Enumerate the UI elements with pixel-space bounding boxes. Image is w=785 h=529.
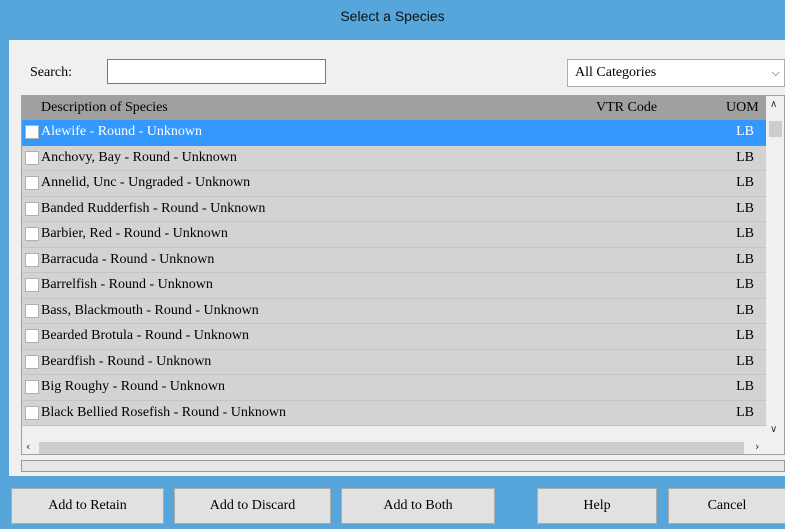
species-description: Alewife - Round - Unknown — [41, 124, 202, 139]
horizontal-scroll-thumb[interactable] — [39, 442, 744, 454]
row-checkbox[interactable] — [25, 227, 39, 241]
add-to-discard-button[interactable]: Add to Discard — [174, 488, 331, 524]
species-uom: LB — [736, 251, 754, 267]
species-uom: LB — [736, 124, 754, 139]
button-bar: Add to Retain Add to Discard Add to Both… — [9, 476, 785, 529]
species-description: Barracuda - Round - Unknown — [41, 251, 215, 267]
species-description: Barrelfish - Round - Unknown — [41, 277, 213, 292]
row-checkbox[interactable] — [25, 278, 39, 292]
row-checkbox[interactable] — [25, 201, 39, 216]
species-uom: LB — [736, 200, 754, 216]
species-uom: LB — [736, 404, 754, 420]
species-rows: Alewife - Round - Unknown LB Anchovy, Bay … — [22, 120, 766, 426]
table-row[interactable]: Big Roughy - Round - Unknown LB — [22, 375, 766, 401]
species-description: Anchovy, Bay - Round - Unknown — [41, 149, 237, 165]
table-row[interactable]: Bass, Blackmouth - Round - Unknown LB — [22, 298, 766, 324]
species-grid: Description of Species VTR Code UOM Alew… — [21, 95, 785, 455]
table-row[interactable]: Anchovy, Bay - Round - Unknown LB — [22, 145, 766, 171]
help-button[interactable]: Help — [537, 488, 657, 524]
species-description: Annelid, Unc - Ungraded - Unknown — [41, 175, 251, 190]
species-description: Barbier, Red - Round - Unknown — [41, 226, 228, 241]
species-description: Bearded Brotula - Round - Unknown — [41, 328, 250, 343]
species-uom: LB — [736, 353, 754, 369]
dialog-client-area: Search: All Categories ⌵ Description of … — [9, 40, 785, 529]
species-uom: LB — [736, 302, 754, 318]
vertical-scrollbar[interactable]: ∧ ∨ — [767, 96, 784, 441]
scrollbar-corner — [767, 440, 784, 454]
arrow-right-icon[interactable]: › — [755, 440, 759, 453]
species-uom: LB — [736, 379, 754, 394]
table-row[interactable]: Bearded Brotula - Round - Unknown LB — [22, 324, 766, 350]
species-description: Banded Rudderfish - Round - Unknown — [41, 200, 266, 216]
row-checkbox[interactable] — [25, 380, 39, 394]
category-dropdown-value: All Categories — [575, 65, 657, 80]
species-uom: LB — [736, 226, 754, 241]
horizontal-scrollbar[interactable]: ‹ › — [22, 440, 767, 454]
table-row[interactable]: Banded Rudderfish - Round - Unknown LB — [22, 196, 766, 222]
row-checkbox[interactable] — [25, 329, 39, 343]
row-checkbox[interactable] — [25, 125, 39, 139]
table-row[interactable]: Alewife - Round - Unknown LB — [22, 120, 766, 146]
row-checkbox[interactable] — [25, 354, 39, 369]
table-row[interactable]: Annelid, Unc - Ungraded - Unknown LB — [22, 171, 766, 197]
add-to-retain-button[interactable]: Add to Retain — [11, 488, 164, 524]
dialog-frame: Search: All Categories ⌵ Description of … — [0, 33, 785, 529]
chevron-down-icon: ⌵ — [771, 66, 780, 79]
search-label: Search: — [30, 65, 72, 80]
species-description: Bass, Blackmouth - Round - Unknown — [41, 302, 259, 318]
species-uom: LB — [736, 149, 754, 165]
arrow-up-icon[interactable]: ∧ — [770, 99, 777, 110]
species-description: Big Roughy - Round - Unknown — [41, 379, 225, 394]
species-uom: LB — [736, 175, 754, 190]
search-input[interactable] — [107, 59, 326, 84]
species-description: Black Bellied Rosefish - Round - Unknown — [41, 404, 286, 420]
species-description: Beardfish - Round - Unknown — [41, 353, 212, 369]
cancel-button[interactable]: Cancel — [668, 488, 785, 524]
vertical-scroll-thumb[interactable] — [769, 121, 782, 137]
window-title: Select a Species — [0, 0, 785, 33]
row-checkbox[interactable] — [25, 150, 39, 165]
species-uom: LB — [736, 277, 754, 292]
table-row[interactable]: Barracuda - Round - Unknown LB — [22, 247, 766, 273]
progress-bar — [21, 460, 785, 472]
column-header-description[interactable]: Description of Species — [41, 100, 168, 116]
row-checkbox[interactable] — [25, 405, 39, 420]
column-header-vtr-code[interactable]: VTR Code — [596, 100, 657, 116]
category-dropdown[interactable]: All Categories ⌵ — [567, 59, 785, 87]
row-checkbox[interactable] — [25, 176, 39, 190]
column-header-uom[interactable]: UOM — [726, 100, 759, 116]
grid-header: Description of Species VTR Code UOM — [22, 96, 766, 120]
table-row[interactable]: Barbier, Red - Round - Unknown LB — [22, 222, 766, 248]
row-checkbox[interactable] — [25, 252, 39, 267]
add-to-both-button[interactable]: Add to Both — [341, 488, 495, 524]
arrow-left-icon[interactable]: ‹ — [26, 440, 30, 453]
table-row[interactable]: Barrelfish - Round - Unknown LB — [22, 273, 766, 299]
species-uom: LB — [736, 328, 754, 343]
table-row[interactable]: Black Bellied Rosefish - Round - Unknown… — [22, 400, 766, 426]
table-row[interactable]: Beardfish - Round - Unknown LB — [22, 349, 766, 375]
row-checkbox[interactable] — [25, 303, 39, 318]
arrow-down-icon[interactable]: ∨ — [770, 424, 777, 435]
